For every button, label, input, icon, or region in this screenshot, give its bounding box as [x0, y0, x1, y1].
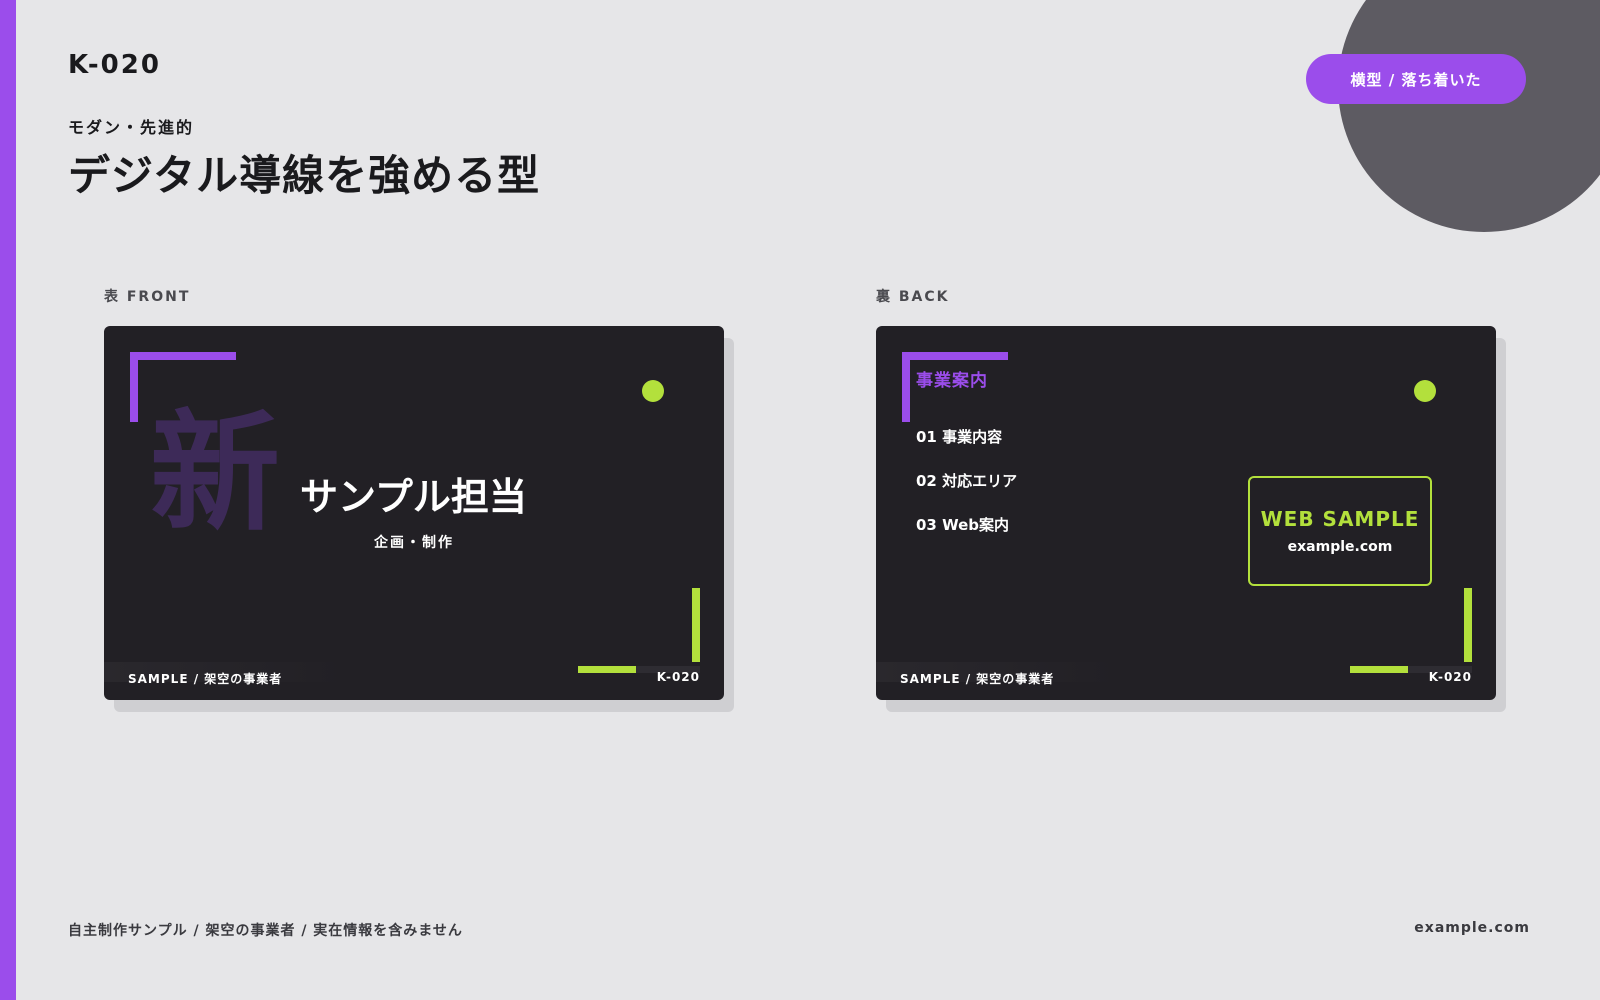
card-footer-left: SAMPLE / 架空の事業者 [128, 672, 283, 686]
front-label: 表 FRONT [104, 289, 191, 305]
web-url: example.com [1287, 539, 1393, 555]
decorative-circle [1338, 0, 1600, 232]
corner-bracket-vertical [902, 352, 910, 422]
style-badge: 横型 / 落ち着いた [1306, 54, 1526, 104]
card-footer-left: SAMPLE / 架空の事業者 [900, 672, 1055, 686]
person-role: 企画・制作 [374, 535, 454, 551]
page-footer-note: 自主制作サンプル / 架空の事業者 / 実在情報を含みません [68, 923, 463, 939]
page-title: デジタル導線を強める型 [68, 151, 541, 200]
accent-bar-horizontal [1350, 666, 1408, 673]
list-item: 01 事業内容 [916, 428, 1003, 446]
watermark-kanji: 新 [150, 397, 281, 549]
accent-bar-vertical [1464, 588, 1472, 662]
card-footer-right: K-020 [1428, 670, 1472, 684]
corner-bracket-horizontal [902, 352, 1008, 360]
card-footer-right: K-020 [656, 670, 700, 684]
list-item: 03 Web案内 [916, 516, 1010, 534]
section-title: 事業案内 [916, 371, 988, 391]
left-accent-bar [0, 0, 16, 1000]
front-card: 新 サンプル担当 企画・制作 SAMPLE / 架空の事業者 K-020 [104, 326, 724, 700]
corner-bracket-vertical [130, 352, 138, 422]
design-code: K-020 [68, 50, 161, 80]
back-label: 裏 BACK [876, 289, 950, 305]
list-item: 02 対応エリア [916, 472, 1018, 490]
back-card: 事業案内 01 事業内容 02 対応エリア 03 Web案内 WEB SAMPL… [876, 326, 1496, 700]
page-footer-url: example.com [1414, 920, 1530, 936]
person-name: サンプル担当 [300, 475, 527, 519]
web-box: WEB SAMPLE example.com [1248, 476, 1432, 586]
page-subtitle: モダン・先進的 [68, 118, 195, 137]
web-label: WEB SAMPLE [1260, 507, 1420, 531]
accent-bar-horizontal [578, 666, 636, 673]
accent-bar-vertical [692, 588, 700, 662]
corner-bracket-horizontal [130, 352, 236, 360]
accent-dot [642, 380, 664, 402]
accent-dot [1414, 380, 1436, 402]
